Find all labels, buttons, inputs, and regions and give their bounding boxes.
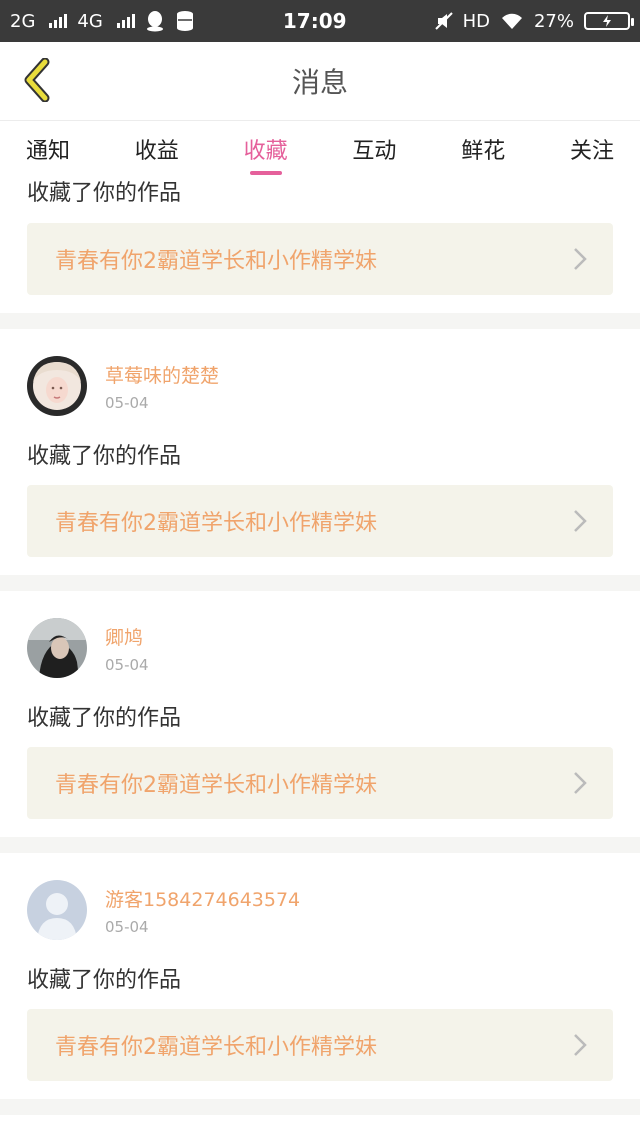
work-title: 青春有你2霸道学长和小作精学妹 xyxy=(55,773,377,798)
date: 05-04 xyxy=(105,917,149,936)
tab-earnings[interactable]: 收益 xyxy=(135,121,179,179)
list-item: 卿鸠 05-04 收藏了你的作品 青春有你2霸道学长和小作精学妹 xyxy=(0,591,640,837)
status-time: 17:09 xyxy=(282,9,347,33)
user-row[interactable]: 游客1584274643574 05-04 xyxy=(27,880,300,940)
username[interactable]: 卿鸠 xyxy=(105,623,149,650)
user-row[interactable]: 草莓味的楚楚 05-04 xyxy=(27,356,219,416)
network-4g-label: 4G xyxy=(77,10,103,32)
default-avatar-icon xyxy=(27,880,87,940)
qq-icon xyxy=(146,11,163,32)
avatar[interactable] xyxy=(27,356,87,416)
work-card[interactable]: 青春有你2霸道学长和小作精学妹 xyxy=(27,223,613,295)
divider xyxy=(0,575,640,591)
avatar[interactable] xyxy=(27,618,87,678)
action-text: 收藏了你的作品 xyxy=(27,181,182,206)
work-title: 青春有你2霸道学长和小作精学妹 xyxy=(55,249,377,274)
list-item: 游客1584274643574 05-04 收藏了你的作品 青春有你2霸道学长和… xyxy=(0,853,640,1099)
tab-favorites[interactable]: 收藏 xyxy=(244,121,288,179)
page-title: 消息 xyxy=(291,66,348,99)
divider xyxy=(0,313,640,329)
tab-follow[interactable]: 关注 xyxy=(570,121,614,179)
signal-icon xyxy=(116,14,135,28)
signal-icon xyxy=(49,14,68,28)
divider xyxy=(0,837,640,853)
hd-label: HD xyxy=(462,10,490,32)
tab-flowers[interactable]: 鲜花 xyxy=(461,121,505,179)
action-text: 收藏了你的作品 xyxy=(27,706,182,731)
battery-percent: 27% xyxy=(533,10,574,32)
chevron-right-icon xyxy=(574,510,587,532)
storage-icon xyxy=(176,11,193,31)
chevron-right-icon xyxy=(574,772,587,794)
date: 05-04 xyxy=(105,655,149,674)
work-card[interactable]: 青春有你2霸道学长和小作精学妹 xyxy=(27,747,613,819)
action-text: 收藏了你的作品 xyxy=(27,444,182,469)
work-title: 青春有你2霸道学长和小作精学妹 xyxy=(55,511,377,536)
chevron-right-icon xyxy=(574,248,587,270)
date: 05-04 xyxy=(105,393,149,412)
work-card[interactable]: 青春有你2霸道学长和小作精学妹 xyxy=(27,1009,613,1081)
mute-icon xyxy=(434,12,453,30)
username[interactable]: 游客1584274643574 xyxy=(105,885,300,912)
work-title: 青春有你2霸道学长和小作精学妹 xyxy=(55,1035,377,1060)
charging-icon xyxy=(603,15,611,27)
action-text: 收藏了你的作品 xyxy=(27,968,182,993)
battery-icon xyxy=(584,12,634,30)
username[interactable]: 草莓味的楚楚 xyxy=(105,361,219,388)
work-card[interactable]: 青春有你2霸道学长和小作精学妹 xyxy=(27,485,613,557)
list-item: 收藏了你的作品 青春有你2霸道学长和小作精学妹 xyxy=(0,179,640,313)
title-bar: 消息 xyxy=(0,42,640,121)
tab-bar: 通知 收益 收藏 互动 鲜花 关注 xyxy=(0,121,640,179)
user-row[interactable]: 卿鸠 05-04 xyxy=(27,618,149,678)
tab-interaction[interactable]: 互动 xyxy=(352,121,396,179)
divider xyxy=(0,1099,640,1115)
chevron-right-icon xyxy=(574,1034,587,1056)
network-2g-label: 2G xyxy=(10,10,36,32)
list-item: 草莓味的楚楚 05-04 收藏了你的作品 青春有你2霸道学长和小作精学妹 xyxy=(0,329,640,575)
status-bar: 2G 4G 17:09 HD 27% xyxy=(0,0,640,42)
wifi-icon xyxy=(501,13,522,29)
avatar[interactable] xyxy=(27,880,87,940)
message-list: 收藏了你的作品 青春有你2霸道学长和小作精学妹 草莓味的楚楚 05-04 收藏了… xyxy=(0,179,640,1115)
tab-notice[interactable]: 通知 xyxy=(26,121,70,179)
